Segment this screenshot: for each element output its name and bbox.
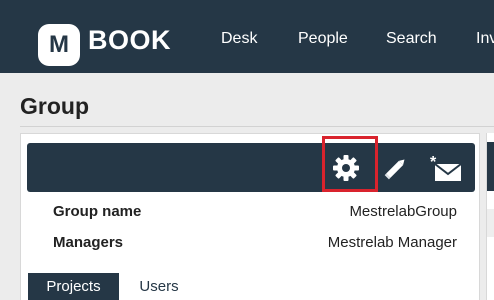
managers-label: Managers [53,234,124,251]
nav-item-search[interactable]: Search [386,30,437,48]
gear-highlight-box [322,136,378,192]
page-title: Group [20,93,89,119]
adjacent-panel-row [487,209,494,237]
nav-clip: M BOOK Desk People Search Inv [0,0,494,73]
tab-projects[interactable]: Projects [28,273,119,300]
top-navigation-bar: M BOOK Desk People Search Inv [0,0,494,73]
new-message-icon[interactable]: * [427,151,465,185]
adjacent-panel-header [487,142,494,191]
tab-users[interactable]: Users [122,273,196,300]
panel-toolbar: * [27,143,475,192]
logo-text[interactable]: BOOK [88,25,171,56]
group-name-label: Group name [53,203,142,220]
pencil-icon[interactable] [377,151,415,185]
nav-item-desk[interactable]: Desk [221,30,257,48]
adjacent-panel [486,133,494,300]
logo-letter: M [49,31,69,58]
group-name-value: MestrelabGroup [349,203,457,220]
nav-item-people[interactable]: People [298,30,348,48]
managers-value: Mestrelab Manager [327,234,457,251]
nav-item-inventory[interactable]: Inv [476,30,494,48]
svg-text:*: * [430,154,437,171]
title-divider [20,126,494,127]
mbook-logo-icon[interactable]: M [38,24,80,66]
